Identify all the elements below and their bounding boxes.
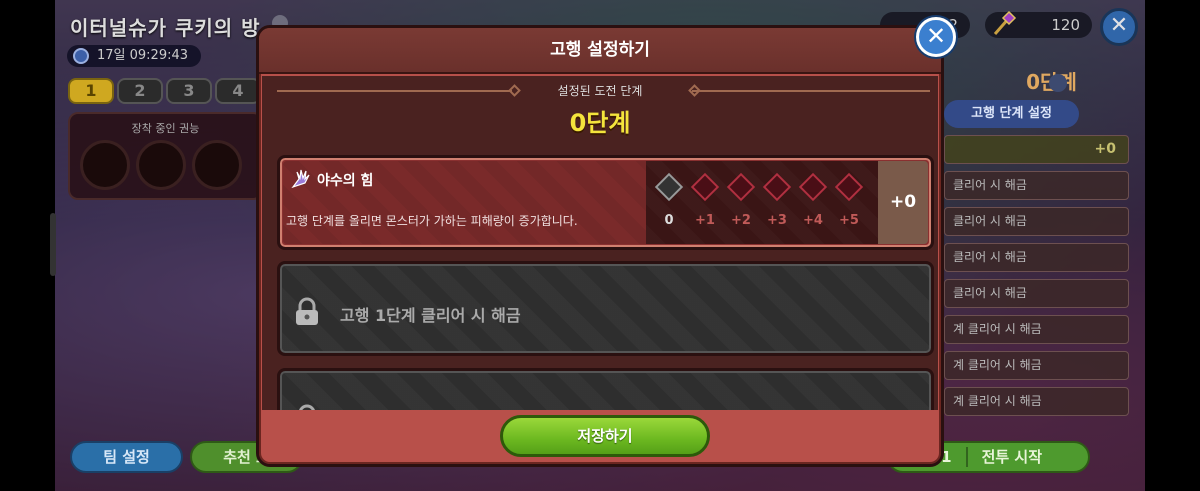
- time-remaining: 17일 09:29:43: [67, 45, 201, 67]
- power-slot[interactable]: [80, 140, 130, 190]
- side-locked-row: 계 클리어 시 해금: [944, 351, 1129, 380]
- diamond-gem-icon: [798, 172, 828, 202]
- side-locked-row: 계 클리어 시 해금: [944, 387, 1129, 416]
- card-description: 고행 단계를 올리면 몬스터가 가하는 피해량이 증가합니다.: [286, 214, 578, 228]
- tab-3[interactable]: 3: [166, 78, 212, 104]
- side-locked-row: 클리어 시 해금: [944, 243, 1129, 272]
- level-label: +1: [695, 213, 715, 228]
- power-slot[interactable]: [136, 140, 186, 190]
- battle-label: 전투 시작: [981, 448, 1043, 466]
- time-text: 17일 09:29:43: [97, 48, 189, 63]
- hardship-card-locked: 고행 1단계 클리어 시 해금: [277, 261, 934, 356]
- equipped-powers-label: 장착 중인 권능: [131, 122, 200, 135]
- hardship-card-beast-power[interactable]: 야수의 힘 고행 단계를 올리면 몬스터가 가하는 피해량이 증가합니다. 0 …: [277, 155, 934, 250]
- card-title: 야수의 힘: [317, 173, 374, 189]
- lock-text: 고행 1단계 클리어 시 해금: [340, 306, 521, 325]
- side-bonus: +0: [944, 135, 1129, 164]
- level-selector: 0 +1 +2 +3 +4 +5: [646, 161, 878, 244]
- divider: [965, 447, 968, 467]
- hardship-settings-dialog: 고행 설정하기 ✕ 설정된 도전 단계 0단계 야수의 힘 고행 단계를 올리면…: [256, 17, 956, 467]
- side-locked-row: 클리어 시 해금: [944, 207, 1129, 236]
- side-handle: [50, 213, 56, 276]
- stage-side-panel: 0단계 고행 단계 설정 +0 클리어 시 해금 클리어 시 해금 클리어 시 …: [944, 66, 1129, 416]
- close-icon[interactable]: ✕: [916, 17, 956, 57]
- stage-setting-button[interactable]: 고행 단계 설정: [944, 100, 1079, 128]
- equipped-powers-panel: 장착 중인 권능: [68, 112, 263, 200]
- level-option[interactable]: +2: [726, 172, 756, 228]
- diamond-gem-icon: [690, 172, 720, 202]
- tab-2[interactable]: 2: [117, 78, 163, 104]
- clock-icon: [73, 48, 89, 64]
- level-label: +2: [731, 213, 751, 228]
- room-title: 이터널슈가 쿠키의 방: [70, 16, 261, 40]
- level-label: 0: [664, 213, 674, 228]
- tab-4[interactable]: 4: [215, 78, 261, 104]
- stage-caption: 설정된 도전 단계: [557, 84, 643, 98]
- padlock-icon: [296, 297, 318, 325]
- level-label: +5: [839, 213, 859, 228]
- dialog-title: 고행 설정하기: [259, 28, 941, 74]
- tab-1[interactable]: 1: [68, 78, 114, 104]
- card-info: 야수의 힘 고행 단계를 올리면 몬스터가 가하는 피해량이 증가합니다.: [283, 161, 646, 244]
- card-total: +0: [878, 161, 928, 244]
- claw-hand-icon: [291, 169, 310, 189]
- level-label: +3: [767, 213, 787, 228]
- save-button[interactable]: 저장하기: [500, 415, 710, 457]
- hardship-card-locked: [277, 368, 934, 410]
- side-stage-value: 0단계: [944, 66, 1129, 96]
- level-option[interactable]: +3: [762, 172, 792, 228]
- resource-value-2: 120: [1051, 16, 1080, 34]
- level-option[interactable]: +5: [834, 172, 864, 228]
- padlock-icon: [299, 404, 315, 410]
- diamond-gem-icon: [762, 172, 792, 202]
- team-setting-button[interactable]: 팀 설정: [70, 441, 183, 473]
- power-slot[interactable]: [192, 140, 242, 190]
- screen-close-button[interactable]: ✕: [1100, 8, 1138, 46]
- dialog-body: 설정된 도전 단계 0단계 야수의 힘 고행 단계를 올리면 몬스터가 가하는 …: [262, 76, 938, 410]
- level-label: +4: [803, 213, 823, 228]
- side-locked-row: 계 클리어 시 해금: [944, 315, 1129, 344]
- diamond-gem-icon: [726, 172, 756, 202]
- side-locked-row: 클리어 시 해금: [944, 171, 1129, 200]
- diamond-gem-icon: [654, 172, 684, 202]
- level-option[interactable]: +1: [690, 172, 720, 228]
- level-option[interactable]: 0: [654, 172, 684, 228]
- team-tabs: 1 2 3 4: [68, 78, 261, 104]
- dialog-footer: 저장하기: [262, 411, 938, 461]
- level-option[interactable]: +4: [798, 172, 828, 228]
- diamond-gem-icon: [834, 172, 864, 202]
- stage-value: 0단계: [569, 109, 631, 137]
- resource-counter-2: 120: [985, 10, 1092, 38]
- side-locked-row: 클리어 시 해금: [944, 279, 1129, 308]
- info-icon[interactable]: [1049, 74, 1067, 92]
- scepter-icon: [993, 10, 1017, 35]
